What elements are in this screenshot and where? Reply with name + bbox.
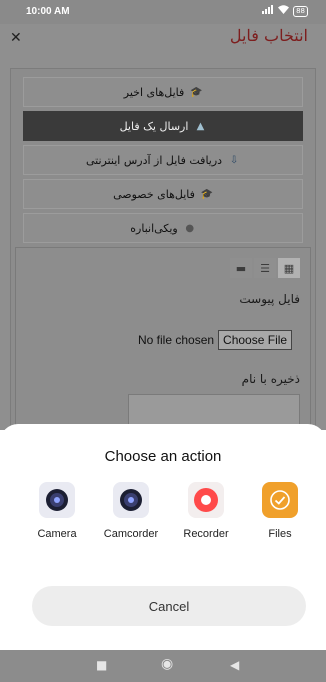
menu-item-label: فایل‌های اخیر bbox=[123, 85, 185, 99]
choose-file-button[interactable]: Choose File bbox=[218, 330, 293, 350]
menu-item-label: دریافت فایل از آدرس اینترنتی bbox=[85, 153, 223, 167]
signal-icon bbox=[262, 5, 274, 17]
action-sheet-title: Choose an action bbox=[104, 448, 222, 465]
action-label: Camcorder bbox=[103, 528, 159, 540]
wikimedia-icon: ● bbox=[185, 222, 195, 234]
close-icon[interactable]: ✕ bbox=[10, 30, 22, 46]
navigation-bar: ■ ◉ ◀ bbox=[0, 650, 326, 682]
action-camcorder[interactable]: Camcorder bbox=[96, 482, 166, 540]
no-file-text: No file chosen bbox=[138, 333, 215, 347]
wifi-icon bbox=[278, 5, 290, 17]
camcorder-icon bbox=[113, 482, 149, 518]
back-icon[interactable]: ◀ bbox=[230, 658, 239, 672]
status-icons: 88 bbox=[262, 5, 308, 17]
menu-item-label: فایل‌های خصوصی bbox=[113, 187, 195, 201]
private-files-icon: 🎓 bbox=[200, 188, 214, 200]
cancel-button[interactable]: Cancel bbox=[32, 586, 306, 626]
page-title: انتخاب فایل bbox=[229, 26, 308, 45]
status-time: 10:00 AM bbox=[26, 6, 70, 17]
grid-view-icon[interactable]: ▦ bbox=[278, 258, 300, 278]
action-files[interactable]: Files bbox=[245, 482, 315, 540]
upload-icon: ▲ bbox=[196, 120, 205, 132]
save-as-label: ذخیره با نام bbox=[241, 372, 300, 386]
home-icon[interactable]: ◉ bbox=[161, 656, 173, 672]
menu-item-upload-file[interactable]: ▲ ارسال یک فایل bbox=[23, 111, 303, 141]
action-recorder[interactable]: Recorder bbox=[171, 482, 241, 540]
view-buttons: ▬ ☰ ▦ bbox=[230, 258, 300, 278]
action-label: Camera bbox=[37, 528, 77, 540]
menu-item-private-files[interactable]: 🎓 فایل‌های خصوصی bbox=[23, 179, 303, 209]
menu-item-recent-files[interactable]: 🎓 فایل‌های اخیر bbox=[23, 77, 303, 107]
file-picker-page: ✕ انتخاب فایل 🎓 فایل‌های اخیر ▲ ارسال یک… bbox=[0, 24, 326, 430]
battery-icon: 88 bbox=[293, 5, 308, 17]
action-sheet: Choose an action Camera Camcorder Record… bbox=[0, 424, 326, 650]
attachment-label: فایل پیوست bbox=[239, 292, 300, 306]
file-input: No file chosen Choose File bbox=[138, 330, 293, 350]
menu-item-wikimedia[interactable]: ● ویکی‌انباره bbox=[23, 213, 303, 243]
recent-files-icon: 🎓 bbox=[190, 86, 203, 98]
folder-view-icon[interactable]: ▬ bbox=[230, 258, 252, 278]
list-view-icon[interactable]: ☰ bbox=[254, 258, 276, 278]
menu-item-url-download[interactable]: ⇩ دریافت فایل از آدرس اینترنتی bbox=[23, 145, 303, 175]
screen: 10:00 AM 88 ✕ انتخاب فایل 🎓 فایل‌های اخی… bbox=[0, 0, 326, 682]
recents-icon[interactable]: ■ bbox=[96, 658, 107, 672]
menu-item-label: ویکی‌انباره bbox=[130, 221, 178, 235]
action-label: Files bbox=[268, 528, 292, 540]
action-camera[interactable]: Camera bbox=[22, 482, 92, 540]
files-icon bbox=[262, 482, 298, 518]
menu-item-label: ارسال یک فایل bbox=[119, 119, 189, 133]
action-label: Recorder bbox=[183, 528, 229, 540]
camera-icon bbox=[39, 482, 75, 518]
download-url-icon: ⇩ bbox=[229, 154, 239, 166]
recorder-icon bbox=[188, 482, 224, 518]
status-bar: 10:00 AM 88 bbox=[0, 0, 326, 24]
